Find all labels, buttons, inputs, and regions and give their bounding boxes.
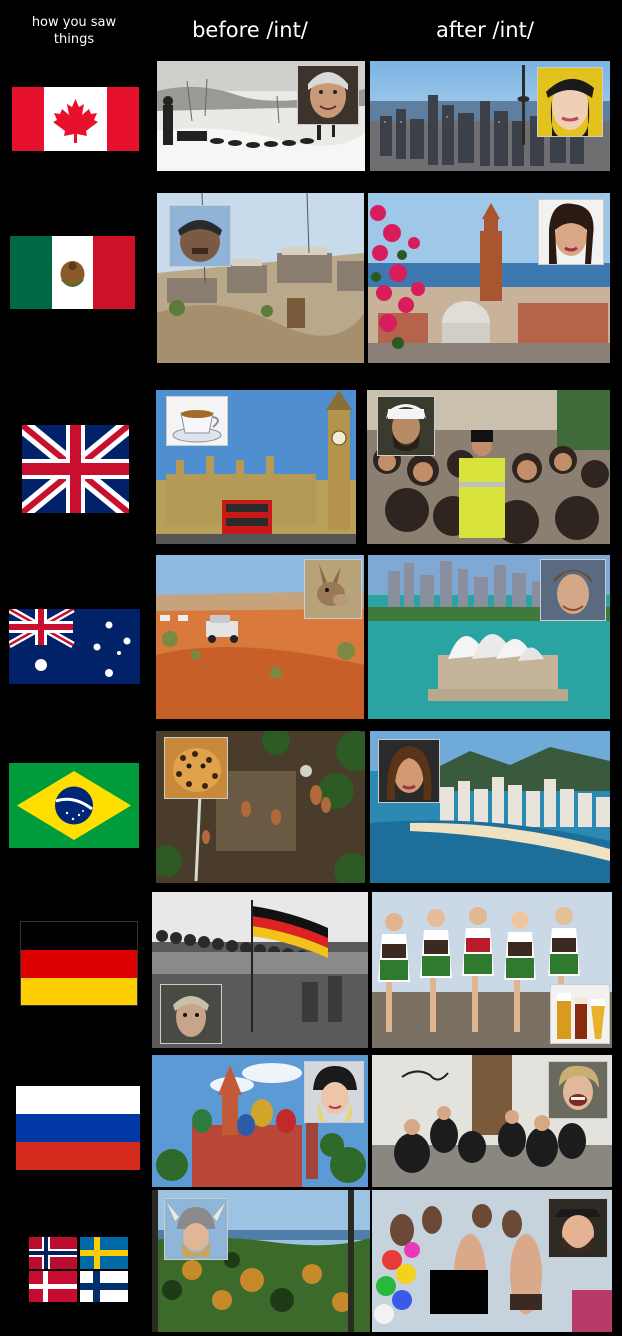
canada-before-portrait-inset bbox=[297, 65, 359, 125]
nordic-after-portrait-inset bbox=[548, 1198, 608, 1258]
russia-before-portrait-inset bbox=[304, 1061, 364, 1123]
russia-before-photo bbox=[152, 1055, 368, 1187]
jaguar-inset bbox=[164, 737, 228, 799]
russia-flag bbox=[16, 1086, 140, 1170]
brazil-after-portrait-inset bbox=[378, 739, 440, 803]
germany-after-photo bbox=[372, 892, 612, 1048]
brazil-flag bbox=[9, 763, 139, 848]
kangaroo-inset bbox=[304, 559, 362, 619]
sweden-flag bbox=[80, 1237, 128, 1269]
brazil-before-photo bbox=[156, 731, 365, 883]
mexico-before-portrait-inset bbox=[169, 205, 231, 267]
nordic-after-photo bbox=[372, 1190, 612, 1332]
denmark-flag bbox=[29, 1271, 77, 1302]
united-kingdom-before-photo bbox=[156, 390, 356, 544]
mexico-flag bbox=[10, 236, 135, 309]
australia-after-portrait-inset bbox=[540, 559, 606, 621]
united-kingdom-after-photo bbox=[367, 390, 610, 544]
mexico-after-portrait-inset bbox=[538, 199, 604, 265]
norway-flag bbox=[29, 1237, 77, 1269]
united-kingdom-flag bbox=[22, 425, 129, 513]
russia-after-portrait-inset bbox=[548, 1061, 608, 1119]
after-column-header: after /int/ bbox=[436, 18, 534, 42]
finland-flag bbox=[80, 1271, 128, 1302]
mexico-after-photo bbox=[368, 193, 610, 363]
germany-flag bbox=[20, 921, 138, 1006]
canada-after-photo bbox=[370, 61, 610, 171]
beer-glasses-inset bbox=[550, 984, 610, 1044]
canada-flag bbox=[12, 87, 139, 151]
tea-cup-inset bbox=[166, 396, 228, 446]
canada-before-photo bbox=[157, 61, 365, 171]
before-column-header: before /int/ bbox=[192, 18, 308, 42]
australia-after-photo bbox=[368, 555, 610, 719]
canada-after-portrait-inset bbox=[537, 67, 603, 137]
australia-flag bbox=[9, 609, 140, 684]
germany-before-portrait-inset bbox=[160, 984, 222, 1044]
nordic-before-photo bbox=[152, 1190, 370, 1332]
australia-before-photo bbox=[156, 555, 364, 719]
germany-before-photo bbox=[152, 892, 368, 1048]
viking-helmet-inset bbox=[164, 1198, 228, 1260]
mexico-before-photo bbox=[157, 193, 364, 363]
brazil-after-photo bbox=[370, 731, 610, 883]
united-kingdom-after-portrait-inset bbox=[377, 396, 435, 456]
header-caption: how you saw things bbox=[31, 15, 117, 47]
russia-after-photo bbox=[372, 1055, 612, 1187]
